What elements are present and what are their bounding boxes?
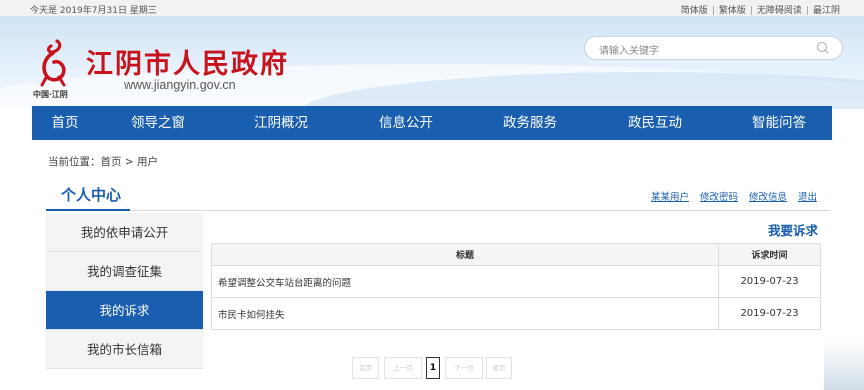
divider: | [711,6,715,16]
breadcrumb: 当前位置：首页 > 用户 [48,156,158,168]
zuijiangyin-link[interactable]: 最江阴 [813,6,840,16]
site-title[interactable]: 江阴市人民政府 [86,42,289,81]
traditional-link[interactable]: 繁体版 [719,6,746,16]
nav-leaders[interactable]: 领导之窗 [131,106,185,140]
background-decoration [824,340,864,390]
nav-home[interactable]: 首页 [52,106,79,140]
nav-overview[interactable]: 江阴概况 [254,106,308,140]
current-page-button[interactable]: 1 [426,357,440,379]
sidebar-item-applications[interactable]: 我的依申请公开 [46,213,203,252]
change-password-link[interactable]: 修改密码 [700,192,738,203]
sidebar-item-complaints[interactable]: 我的诉求 [46,291,203,330]
prev-page-button[interactable]: 上一页 [384,357,422,379]
last-page-button[interactable]: 尾页 [486,357,512,379]
complaint-date: 2019-07-23 [718,297,821,330]
divider: | [749,6,753,16]
search-icon[interactable] [816,41,830,55]
sidebar-item-surveys[interactable]: 我的调查征集 [46,252,203,291]
top-links: 简体版 | 繁体版 | 无障碍阅读 | 最江阴 [681,3,840,16]
nav-info-public[interactable]: 信息公开 [379,106,433,140]
user-links: 某某用户 修改密码 修改信息 退出 [640,189,817,203]
column-header-date: 诉求时间 [718,243,821,266]
username-link[interactable]: 某某用户 [651,192,689,203]
complaint-title-link[interactable]: 市民卡如何挂失 [211,297,719,330]
complaint-title-link[interactable]: 希望调整公交车站台距离的问题 [211,265,719,298]
simplified-link[interactable]: 简体版 [681,6,708,16]
edit-profile-link[interactable]: 修改信息 [749,192,787,203]
submit-complaint-link[interactable]: 我要诉求 [768,220,818,239]
logout-link[interactable]: 退出 [798,192,817,203]
logo-emblem-icon[interactable] [38,38,68,88]
complaint-date: 2019-07-23 [718,265,821,298]
main-nav: 首页 领导之窗 江阴概况 信息公开 政务服务 政民互动 智能问答 [32,106,832,140]
divider: | [805,6,809,16]
header-banner: 中国·江阴 江阴市人民政府 www.jiangyin.gov.cn 请输入关键字 [0,16,864,109]
search-input[interactable]: 请输入关键字 [599,42,659,57]
title-underline [46,209,130,211]
sidebar-item-mayor-mailbox[interactable]: 我的市长信箱 [46,330,203,369]
logo-subtitle: 中国·江阴 [33,89,68,99]
date-text: 今天是 2019年7月31日 星期三 [30,6,157,16]
site-url: www.jiangyin.gov.cn [124,78,236,92]
search-box[interactable]: 请输入关键字 [584,36,843,60]
complaints-table: 标题 诉求时间 希望调整公交车站台距离的问题 2019-07-23 市民卡如何挂… [211,243,821,330]
table-row: 希望调整公交车站台距离的问题 2019-07-23 [211,265,821,298]
sidebar: 我的依申请公开 我的调查征集 我的诉求 我的市长信箱 [46,213,203,369]
first-page-button[interactable]: 首页 [352,357,379,379]
table-row: 市民卡如何挂失 2019-07-23 [211,297,821,330]
nav-interaction[interactable]: 政民互动 [628,106,682,140]
nav-gov-services[interactable]: 政务服务 [503,106,557,140]
next-page-button[interactable]: 下一页 [445,357,483,379]
accessibility-link[interactable]: 无障碍阅读 [757,6,802,16]
table-header-row: 标题 诉求时间 [211,243,821,266]
column-header-title: 标题 [211,243,719,266]
divider [46,210,830,211]
nav-smart-qa[interactable]: 智能问答 [752,106,806,140]
page-title: 个人中心 [61,186,122,204]
top-bar: 今天是 2019年7月31日 星期三 简体版 | 繁体版 | 无障碍阅读 | 最江阴 [0,0,864,16]
